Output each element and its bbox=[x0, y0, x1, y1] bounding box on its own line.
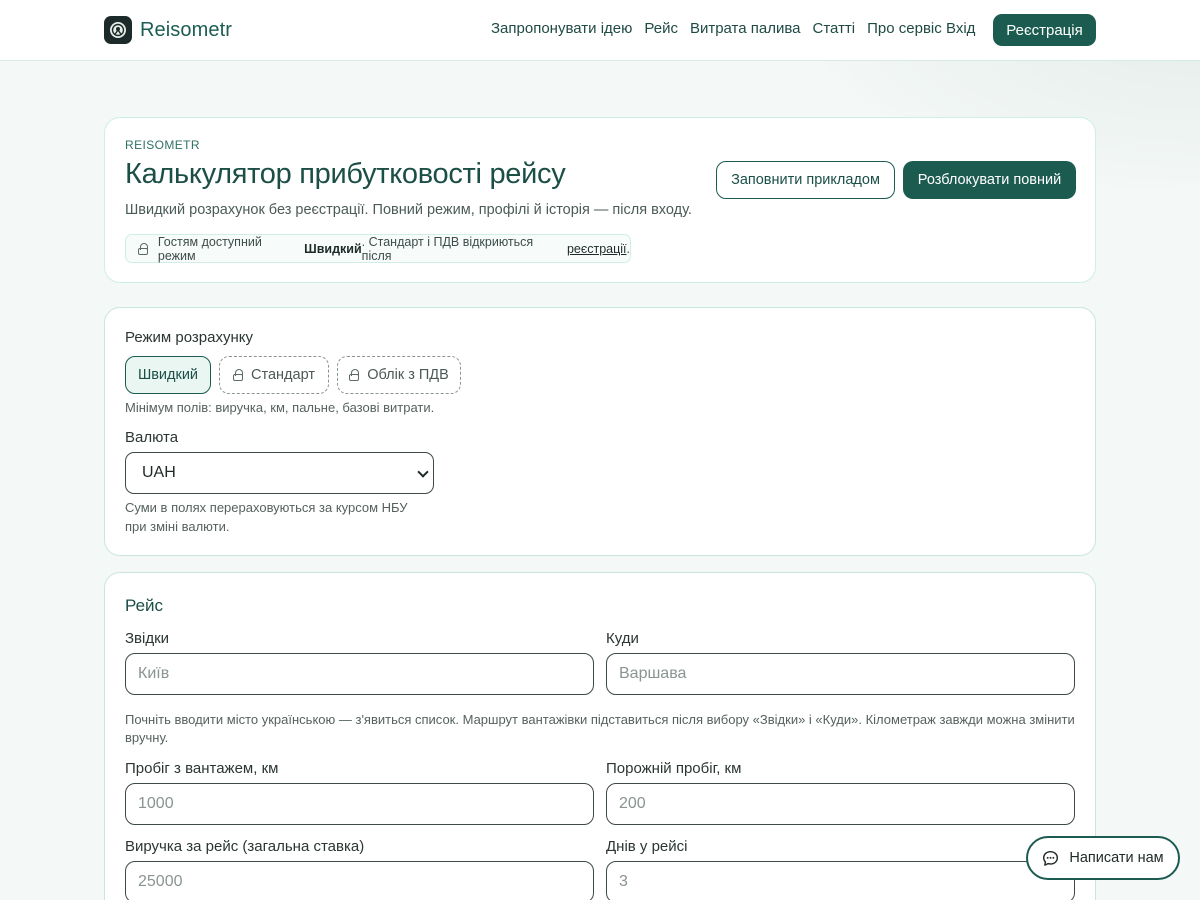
registration-link[interactable]: реєстрації bbox=[567, 242, 627, 256]
chat-bubble-icon bbox=[1042, 850, 1059, 867]
guest-mode-notice: Гостям доступний режим Швидкий . Стандар… bbox=[125, 234, 631, 263]
nav-suggest-idea[interactable]: Запропонувати ідею bbox=[491, 20, 632, 37]
lock-icon bbox=[349, 369, 360, 381]
hero-card: REISOMETR Калькулятор прибутковості рейс… bbox=[104, 117, 1096, 283]
chevron-down-icon bbox=[417, 466, 429, 478]
empty-km-label: Порожній пробіг, км bbox=[606, 760, 742, 777]
guest-note-prefix: Гостям доступний режим bbox=[157, 234, 262, 263]
loaded-km-label: Пробіг з вантажем, км bbox=[125, 760, 279, 777]
days-input[interactable] bbox=[606, 861, 1075, 900]
mode-hint: Мінімум полів: виручка, км, пальне, базо… bbox=[125, 400, 435, 415]
page-title: Калькулятор прибутковості рейсу bbox=[125, 158, 566, 190]
trip-section-title: Рейс bbox=[125, 596, 164, 615]
register-button[interactable]: Реєстрація bbox=[993, 14, 1096, 46]
mode-vat-label: Облік з ПДВ bbox=[367, 367, 449, 383]
from-input[interactable] bbox=[125, 653, 594, 695]
empty-km-input[interactable] bbox=[606, 783, 1075, 825]
revenue-label: Виручка за рейс (загальна ставка) bbox=[125, 838, 365, 855]
to-input[interactable] bbox=[606, 653, 1075, 695]
chat-button-label: Написати нам bbox=[1069, 850, 1164, 866]
nav-articles[interactable]: Статті bbox=[813, 20, 856, 37]
unlock-full-button[interactable]: Розблокувати повний bbox=[903, 161, 1076, 199]
brand-mark-icon bbox=[104, 16, 132, 44]
calc-mode-label: Режим розрахунку bbox=[125, 329, 254, 346]
brand-logo[interactable]: Reisometr bbox=[104, 16, 232, 44]
lock-icon bbox=[138, 242, 148, 255]
mode-standard-button[interactable]: Стандарт bbox=[219, 356, 329, 394]
mode-standard-label: Стандарт bbox=[251, 367, 315, 383]
route-hint: Почніть вводити місто українською — з'яв… bbox=[125, 712, 1075, 745]
currency-value: UAH bbox=[142, 464, 176, 481]
guest-note-middle: . Стандарт і ПДВ відкриються після bbox=[361, 234, 534, 263]
trip-card: Рейс Звідки Куди Почніть вводити місто у… bbox=[104, 572, 1096, 900]
contact-chat-button[interactable]: Написати нам bbox=[1026, 836, 1180, 880]
nav-fuel-consumption[interactable]: Витрата палива bbox=[690, 20, 801, 37]
currency-hint: Суми в полях перераховуються за курсом Н… bbox=[125, 500, 408, 534]
hero-subtitle: Швидкий розрахунок без реєстрації. Повни… bbox=[125, 202, 692, 218]
fill-example-button[interactable]: Заповнити прикладом bbox=[716, 161, 895, 199]
nav-about[interactable]: Про сервіс bbox=[867, 20, 942, 37]
top-header: Reisometr Запропонувати ідею Рейс Витрат… bbox=[0, 0, 1200, 61]
main-nav: Запропонувати ідею Рейс Витрата палива С… bbox=[491, 20, 954, 37]
nav-trip[interactable]: Рейс bbox=[644, 20, 678, 37]
login-link[interactable]: Вхід bbox=[946, 20, 975, 37]
guest-note-mode: Швидкий bbox=[304, 241, 362, 256]
from-label: Звідки bbox=[125, 630, 170, 647]
hero-eyebrow: REISOMETR bbox=[125, 138, 200, 152]
calc-mode-card: Режим розрахунку Швидкий Стандарт Облік … bbox=[104, 307, 1096, 556]
loaded-km-input[interactable] bbox=[125, 783, 594, 825]
currency-label: Валюта bbox=[125, 429, 179, 446]
mode-quick-button[interactable]: Швидкий bbox=[125, 356, 211, 394]
days-label: Днів у рейсі bbox=[606, 838, 688, 855]
to-label: Куди bbox=[606, 630, 639, 647]
mode-vat-button[interactable]: Облік з ПДВ bbox=[337, 356, 461, 394]
lock-icon bbox=[233, 369, 244, 381]
guest-note-suffix: . bbox=[626, 241, 630, 256]
revenue-input[interactable] bbox=[125, 861, 594, 900]
currency-select[interactable]: UAH bbox=[125, 452, 434, 494]
brand-name: Reisometr bbox=[140, 18, 233, 41]
